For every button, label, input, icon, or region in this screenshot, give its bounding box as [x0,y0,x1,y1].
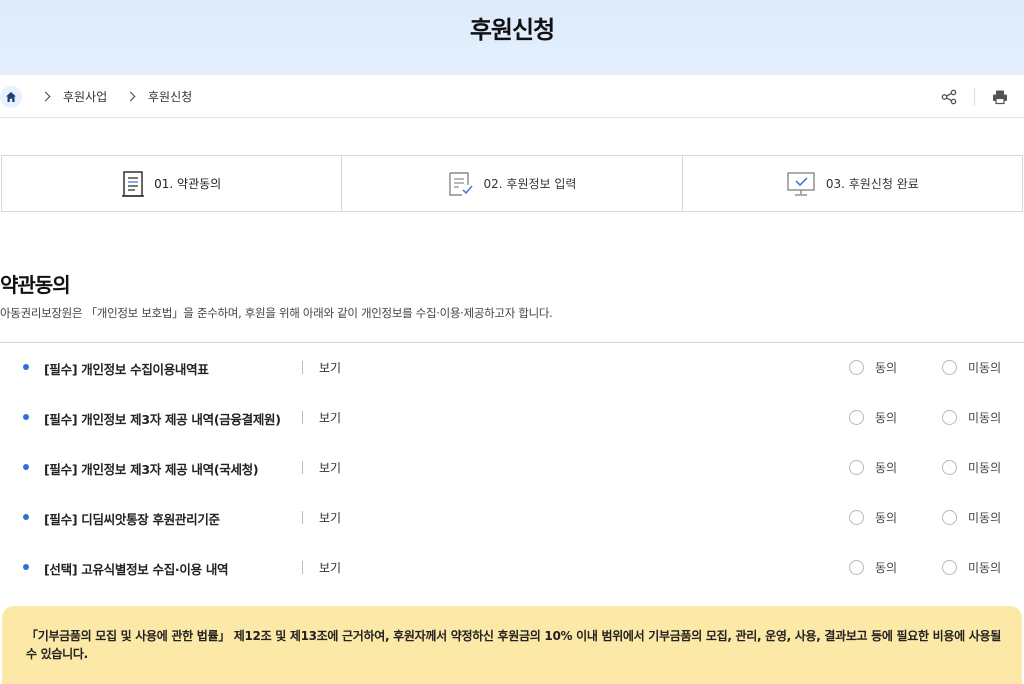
bullet-icon [23,514,29,520]
step-agree-terms: 01. 약관동의 [2,156,343,211]
notice-text: 「기부금품의 모집 및 사용에 관한 법률」 제12조 및 제13조에 근거하여… [26,629,1001,661]
disagree-radio[interactable]: 미동의 [942,559,1001,576]
view-button[interactable]: 보기 [319,509,341,526]
agree-radio[interactable]: 동의 [849,409,897,426]
radio-label: 동의 [875,361,898,375]
section-description: 아동권리보장원은 「개인정보 보호법」을 준수하며, 후원을 위해 아래와 같이… [0,306,553,320]
term-name: [선택] 고유식별정보 수집·이용 내역 [44,562,229,577]
form-check-icon [448,171,473,196]
divider [302,511,303,524]
radio-label: 미동의 [968,461,1002,475]
divider [302,411,303,424]
breadcrumb-label: 후원사업 [63,90,108,104]
notice-box: 「기부금품의 모집 및 사용에 관한 법률」 제12조 및 제13조에 근거하여… [2,606,1022,684]
chevron-right-icon [40,91,51,102]
radio-label: 미동의 [968,411,1002,425]
share-button[interactable] [939,87,959,107]
disagree-radio[interactable]: 미동의 [942,509,1001,526]
radio-circle-icon [942,360,957,375]
radio-circle-icon [942,410,957,425]
radio-circle-icon [849,560,864,575]
divider [302,461,303,474]
breadcrumb-item-sponsor-apply[interactable]: 후원신청 [125,88,193,105]
term-name: [필수] 디딤씨앗통장 후원관리기준 [44,512,220,527]
agree-radio[interactable]: 동의 [849,459,897,476]
radio-circle-icon [849,460,864,475]
monitor-check-icon [787,171,815,196]
page-title: 후원신청 [469,16,555,44]
terms-list: [필수] 개인정보 수집이용내역표 보기 동의 미동의 [필수] 개인정보 제3… [0,343,1024,593]
chevron-right-icon [125,91,136,102]
step-label: 02. 후원정보 입력 [483,177,577,191]
list-item: [필수] 개인정보 제3자 제공 내역(금융결제원) 보기 동의 미동의 [0,393,1024,443]
radio-label: 미동의 [968,561,1002,575]
step-complete: 03. 후원신청 완료 [683,156,1022,211]
divider [302,361,303,374]
progress-steps: 01. 약관동의 02. 후원정보 입력 03. 후원신청 완료 [1,155,1023,212]
view-button[interactable]: 보기 [319,359,341,376]
radio-label: 미동의 [968,511,1002,525]
term-name: [필수] 개인정보 수집이용내역표 [44,362,209,377]
radio-circle-icon [849,360,864,375]
step-enter-info: 02. 후원정보 입력 [342,156,683,211]
radio-circle-icon [942,460,957,475]
radio-label: 동의 [875,461,898,475]
bullet-icon [23,364,29,370]
home-button[interactable] [0,86,22,108]
radio-circle-icon [942,560,957,575]
list-item: [필수] 디딤씨앗통장 후원관리기준 보기 동의 미동의 [0,493,1024,543]
step-label: 01. 약관동의 [154,177,222,191]
view-button[interactable]: 보기 [319,409,341,426]
radio-circle-icon [849,510,864,525]
bullet-icon [23,564,29,570]
term-name: [필수] 개인정보 제3자 제공 내역(금융결제원) [44,412,281,427]
agree-radio[interactable]: 동의 [849,559,897,576]
divider [302,561,303,574]
page-tools [939,87,1010,107]
home-icon [6,92,16,102]
bullet-icon [23,464,29,470]
agree-radio[interactable]: 동의 [849,509,897,526]
radio-label: 미동의 [968,361,1002,375]
disagree-radio[interactable]: 미동의 [942,409,1001,426]
agree-radio[interactable]: 동의 [849,359,897,376]
print-icon [993,90,1007,105]
list-item: [필수] 개인정보 수집이용내역표 보기 동의 미동의 [0,343,1024,393]
breadcrumb-item-sponsor-business[interactable]: 후원사업 [40,88,108,105]
document-list-icon [122,170,145,197]
step-label: 03. 후원신청 완료 [825,177,919,191]
term-name: [필수] 개인정보 제3자 제공 내역(국세청) [44,462,259,477]
list-item: [필수] 개인정보 제3자 제공 내역(국세청) 보기 동의 미동의 [0,443,1024,493]
radio-label: 동의 [875,411,898,425]
page-hero: 후원신청 [0,0,1024,75]
print-button[interactable] [990,87,1010,107]
breadcrumb: 후원사업 후원신청 [0,75,1024,118]
bullet-icon [23,414,29,420]
view-button[interactable]: 보기 [319,459,341,476]
radio-circle-icon [849,410,864,425]
tool-divider [974,88,975,106]
view-button[interactable]: 보기 [319,559,341,576]
disagree-radio[interactable]: 미동의 [942,359,1001,376]
disagree-radio[interactable]: 미동의 [942,459,1001,476]
radio-label: 동의 [875,561,898,575]
share-icon [941,89,957,105]
radio-circle-icon [942,510,957,525]
breadcrumb-label: 후원신청 [148,90,193,104]
radio-label: 동의 [875,511,898,525]
list-item: [선택] 고유식별정보 수집·이용 내역 보기 동의 미동의 [0,543,1024,593]
section-title: 약관동의 [0,273,71,297]
